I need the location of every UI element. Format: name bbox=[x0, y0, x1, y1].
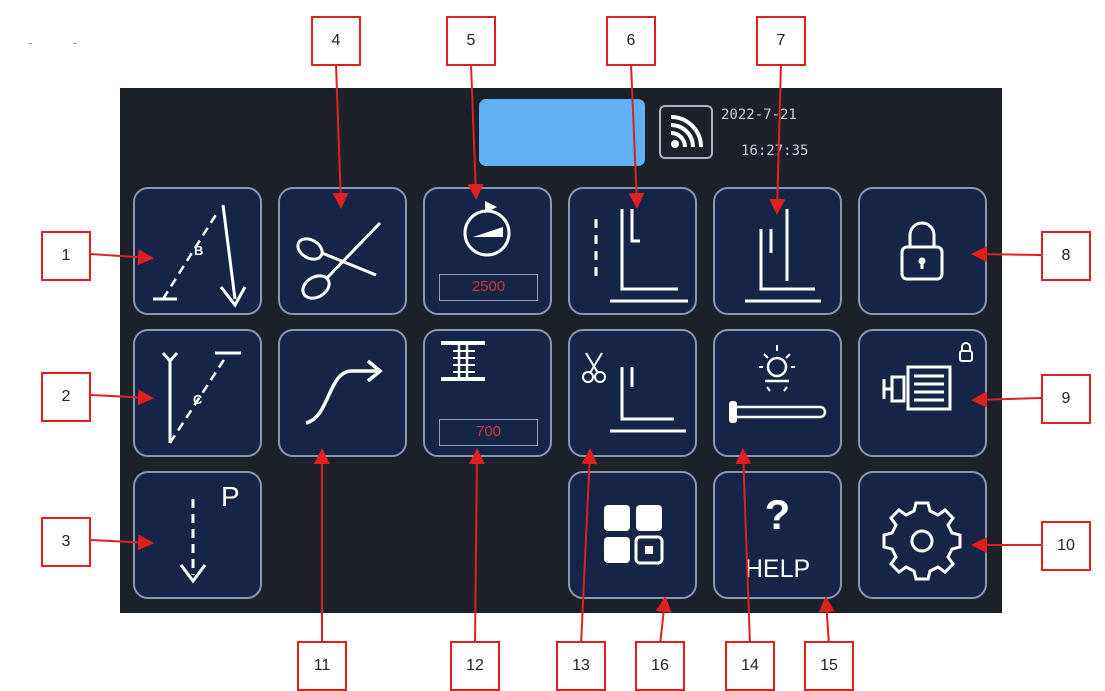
callout-16: 16 bbox=[635, 641, 685, 691]
help-button[interactable]: ? HELP bbox=[713, 471, 842, 599]
light-button[interactable] bbox=[713, 329, 842, 457]
settings-button[interactable] bbox=[858, 471, 987, 599]
counter-value[interactable]: 2500 bbox=[439, 274, 538, 301]
needle-stop-button[interactable]: P bbox=[133, 471, 262, 599]
backtack-b-button[interactable]: B bbox=[133, 187, 262, 315]
date-readout: 2022-7-21 bbox=[721, 107, 797, 123]
needle-position-icon bbox=[745, 209, 821, 303]
callout-8: 8 bbox=[1041, 231, 1091, 281]
callout-12: 12 bbox=[450, 641, 500, 691]
wifi-icon[interactable] bbox=[659, 105, 713, 159]
needle-down-p-icon bbox=[179, 499, 207, 584]
callout-11: 11 bbox=[297, 641, 347, 691]
stitch-count-value[interactable]: 700 bbox=[439, 419, 538, 446]
presser-foot-lift-icon bbox=[594, 209, 688, 303]
scissors-icon bbox=[296, 221, 382, 300]
trim-foot-button[interactable] bbox=[568, 329, 697, 457]
callout-9: 9 bbox=[1041, 374, 1091, 424]
callout-7: 7 bbox=[756, 16, 806, 66]
status-display bbox=[479, 99, 645, 166]
callout-4: 4 bbox=[311, 16, 361, 66]
counter-button[interactable]: 2500 bbox=[423, 187, 552, 315]
apps-icon bbox=[604, 505, 664, 565]
time-readout: 16:27:35 bbox=[741, 143, 809, 159]
help-icon: ? bbox=[764, 491, 791, 538]
gear-icon bbox=[882, 501, 962, 581]
light-icon bbox=[729, 345, 827, 423]
presser-foot-lift-button[interactable] bbox=[568, 187, 697, 315]
callout-14: 14 bbox=[725, 641, 775, 691]
motor-icon bbox=[882, 342, 973, 411]
callout-5: 5 bbox=[446, 16, 496, 66]
lock-icon bbox=[900, 221, 944, 281]
help-label: HELP bbox=[744, 555, 811, 583]
lock-button[interactable] bbox=[858, 187, 987, 315]
callout-15: 15 bbox=[804, 641, 854, 691]
backtack-c-letter: C bbox=[193, 392, 203, 407]
callout-13: 13 bbox=[556, 641, 606, 691]
callout-1: 1 bbox=[41, 231, 91, 281]
motor-button[interactable] bbox=[858, 329, 987, 457]
needle-position-button[interactable] bbox=[713, 187, 842, 315]
top-left-decoration: - - bbox=[28, 34, 96, 50]
soft-start-button[interactable] bbox=[278, 329, 407, 457]
callout-3: 3 bbox=[41, 517, 91, 567]
callout-6: 6 bbox=[606, 16, 656, 66]
soft-start-curve-icon bbox=[305, 359, 383, 425]
callout-10: 10 bbox=[1041, 521, 1091, 571]
apps-button[interactable] bbox=[568, 471, 697, 599]
needle-stop-letter: P bbox=[221, 481, 240, 512]
trim-foot-icon bbox=[582, 352, 686, 433]
thread-trimmer-button[interactable] bbox=[278, 187, 407, 315]
backtack-c-button[interactable]: C bbox=[133, 329, 262, 457]
backtack-b-letter: B bbox=[194, 243, 204, 258]
callout-2: 2 bbox=[41, 372, 91, 422]
stitch-count-button[interactable]: 700 bbox=[423, 329, 552, 457]
